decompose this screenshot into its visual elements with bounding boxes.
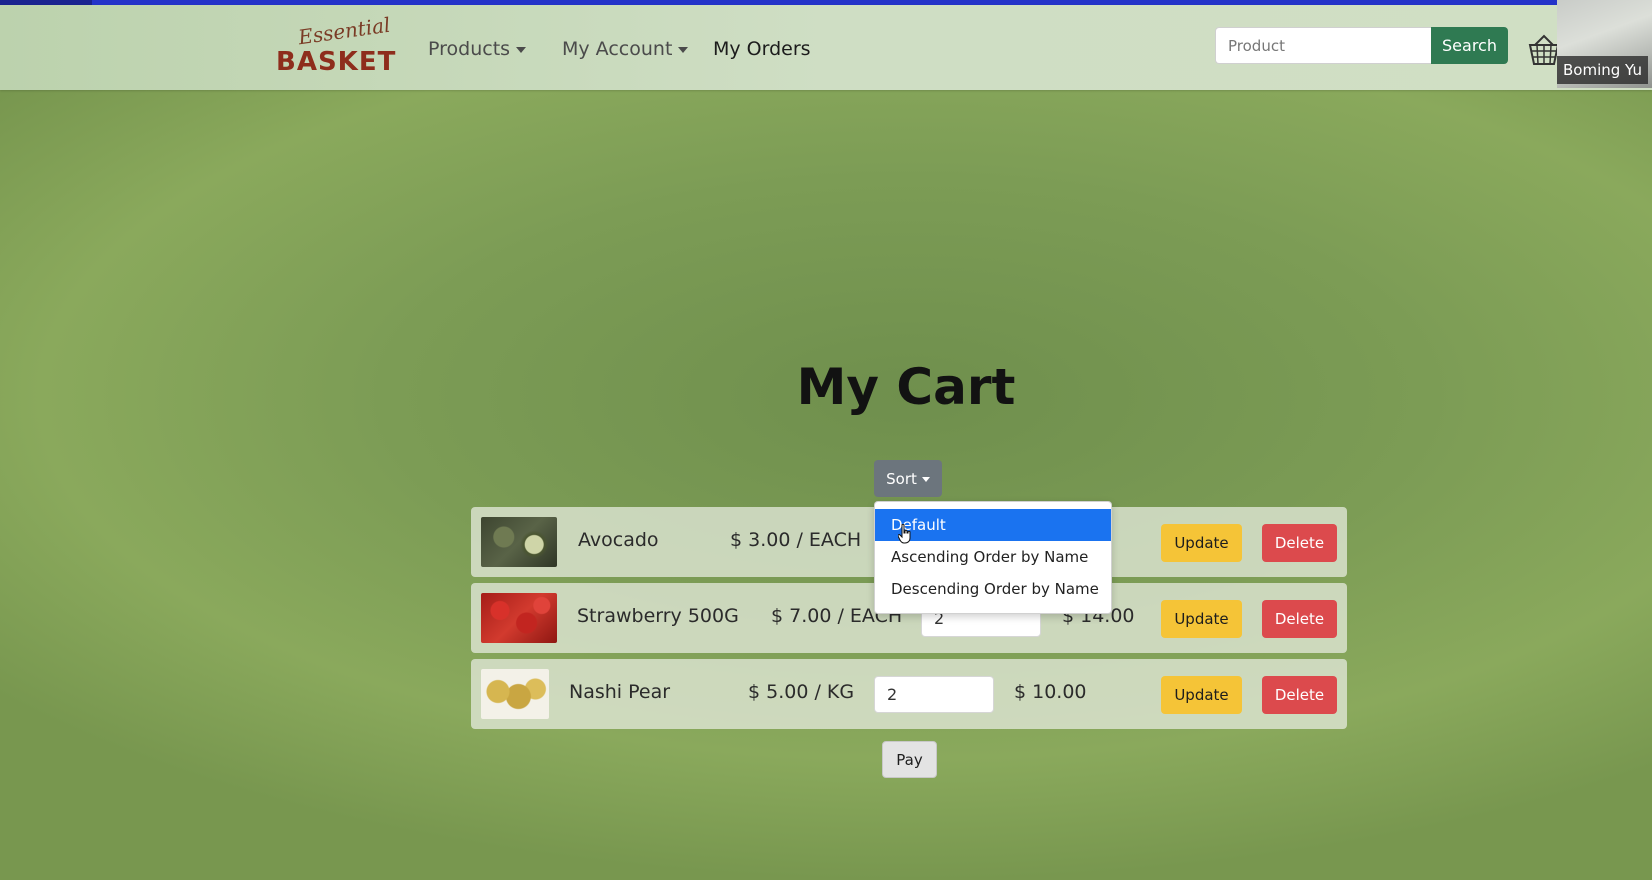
nav-products-label: Products: [428, 38, 511, 60]
product-image-strawberry: [481, 593, 557, 643]
logo[interactable]: Essential BASKET: [272, 12, 395, 81]
sort-dropdown-button[interactable]: Sort: [874, 460, 942, 497]
sort-dropdown-menu: Default Ascending Order by Name Descendi…: [874, 501, 1112, 614]
sort-option-ascending[interactable]: Ascending Order by Name: [875, 541, 1111, 573]
quantity-input[interactable]: [874, 676, 994, 713]
chevron-down-icon: [678, 46, 689, 53]
nav-my-account-label: My Account: [562, 38, 673, 60]
delete-button[interactable]: Delete: [1262, 600, 1337, 638]
cart-row: Nashi Pear $ 5.00 / KG $ 10.00 Update De…: [471, 659, 1347, 729]
product-image-pear: [481, 669, 549, 719]
search-button[interactable]: Search: [1431, 27, 1508, 64]
sort-button-label: Sort: [886, 469, 917, 488]
navbar: Essential BASKET Products My Account My …: [0, 5, 1652, 90]
nav-my-orders-label: My Orders: [713, 38, 811, 60]
webcam-name-label: Boming Yu: [1557, 56, 1648, 84]
item-price: $ 3.00 / EACH: [730, 529, 862, 551]
chevron-down-icon: [921, 476, 930, 482]
item-name: Avocado: [578, 529, 659, 551]
item-name: Nashi Pear: [569, 681, 671, 703]
logo-main-text: BASKET: [276, 47, 397, 77]
item-price: $ 5.00 / KG: [748, 681, 855, 703]
webcam-overlay: Boming Yu: [1557, 0, 1652, 88]
delete-button[interactable]: Delete: [1262, 524, 1337, 562]
update-button[interactable]: Update: [1161, 676, 1242, 714]
logo-script-text: Essential: [296, 12, 392, 50]
product-image-avocado: [481, 517, 557, 567]
delete-button[interactable]: Delete: [1262, 676, 1337, 714]
hand-pointer-icon: [898, 524, 911, 544]
sort-option-descending[interactable]: Descending Order by Name: [875, 573, 1111, 605]
item-total: $ 10.00: [1014, 681, 1087, 703]
item-name: Strawberry 500G: [577, 605, 739, 627]
basket-icon[interactable]: [1527, 33, 1561, 67]
pay-button[interactable]: Pay: [882, 741, 937, 778]
update-button[interactable]: Update: [1161, 524, 1242, 562]
chevron-down-icon: [516, 46, 527, 53]
nav-my-orders-link[interactable]: My Orders: [713, 38, 811, 60]
search-input[interactable]: [1215, 27, 1431, 64]
page-title: My Cart: [796, 358, 1016, 416]
nav-products-dropdown[interactable]: Products: [428, 38, 527, 60]
update-button[interactable]: Update: [1161, 600, 1242, 638]
nav-my-account-dropdown[interactable]: My Account: [562, 38, 689, 60]
